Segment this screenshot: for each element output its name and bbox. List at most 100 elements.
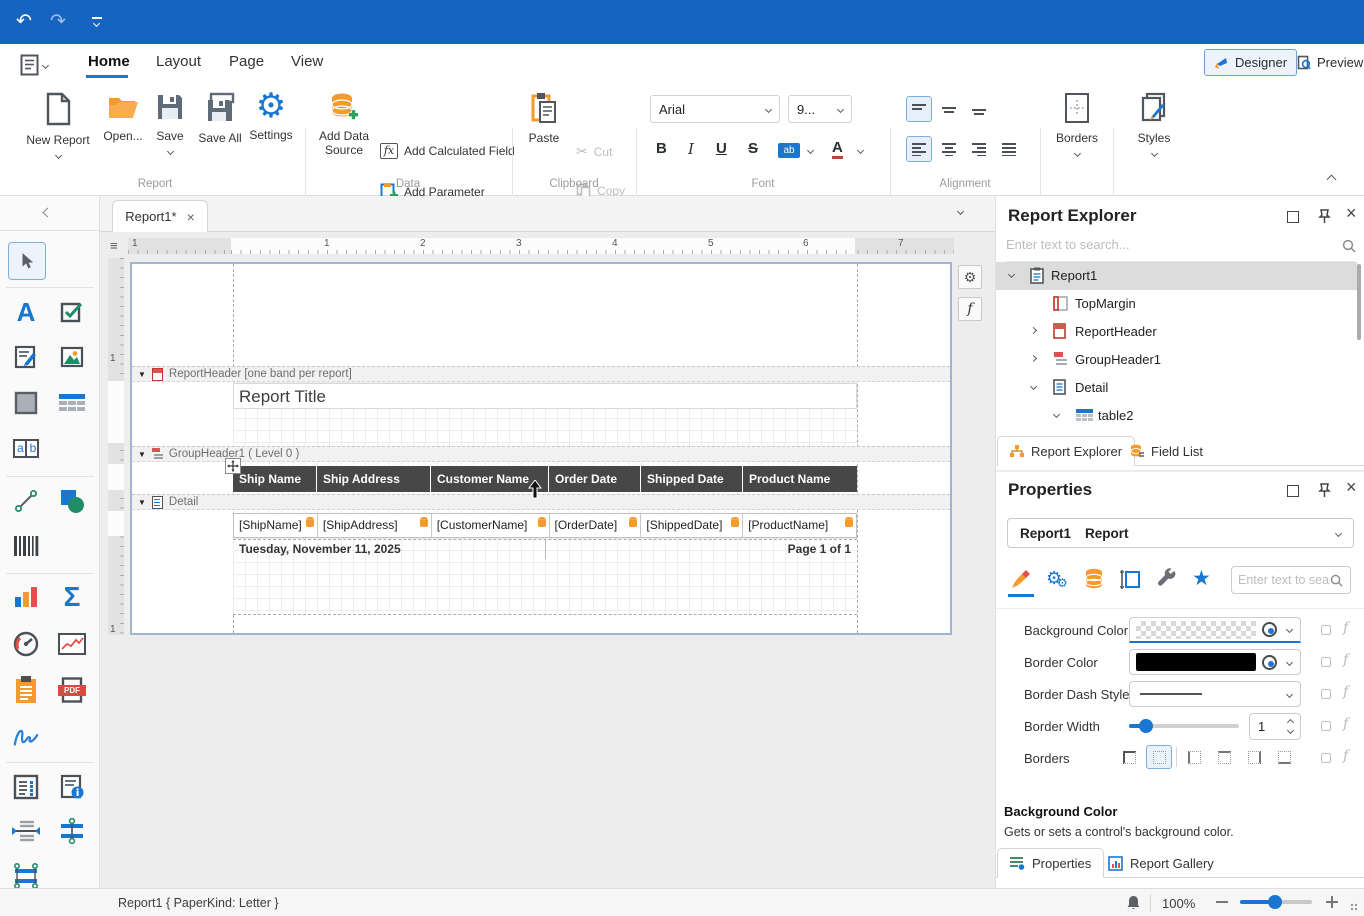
table-header-cell[interactable]: Product Name — [743, 466, 856, 492]
font-color-chevron-icon[interactable] — [857, 147, 864, 154]
table-field-cell[interactable]: [ShipName] — [234, 514, 318, 537]
bold-button[interactable]: B — [656, 140, 667, 157]
expression-f-icon[interactable]: f — [1343, 684, 1348, 700]
ruler-options-icon[interactable]: ≡ — [110, 238, 118, 253]
new-report-button[interactable]: New Report — [22, 92, 94, 161]
settings-button[interactable]: ⚙ Settings — [248, 88, 294, 142]
tool-signature[interactable] — [12, 723, 40, 751]
underline-button[interactable]: U — [716, 140, 727, 157]
designer-mode-button[interactable]: Designer — [1204, 49, 1297, 76]
table-detail-row[interactable]: [ShipName] [ShipAddress] [CustomerName] … — [233, 513, 857, 538]
collapse-ribbon-icon[interactable] — [1327, 175, 1337, 185]
selected-control-combo[interactable]: Report1 Report — [1007, 518, 1354, 548]
table-field-cell[interactable]: [OrderDate] — [550, 514, 642, 537]
maximize-icon[interactable] — [1287, 211, 1299, 223]
tool-picture-box[interactable] — [58, 343, 86, 371]
borders-button[interactable]: Borders — [1046, 92, 1108, 159]
table-field-cell[interactable]: [CustomerName] — [432, 514, 550, 537]
font-family-select[interactable]: Arial — [650, 95, 780, 123]
maximize-icon[interactable] — [1287, 485, 1299, 497]
save-button[interactable]: Save — [150, 92, 190, 157]
border-dash-style-editor[interactable] — [1129, 681, 1301, 707]
explorer-scrollbar[interactable] — [1357, 264, 1361, 340]
strikethrough-button[interactable]: S — [748, 140, 758, 157]
color-picker-icon[interactable] — [1262, 622, 1277, 637]
tool-sparkline[interactable] — [58, 630, 86, 658]
tab-list-chevron-icon[interactable] — [957, 208, 964, 215]
tool-shape[interactable] — [58, 487, 86, 515]
tab-layout[interactable] — [1120, 568, 1142, 595]
tool-gauge[interactable] — [12, 630, 40, 658]
spin-down-icon[interactable] — [1287, 727, 1294, 734]
zoom-slider-track[interactable] — [1240, 900, 1312, 904]
paste-button[interactable]: Paste — [522, 92, 566, 145]
add-data-source-button[interactable]: Add Data Source — [316, 92, 372, 157]
toolbox-collapse-icon[interactable] — [43, 208, 53, 218]
tree-item-detail[interactable]: Detail — [996, 374, 1357, 402]
border-color-editor[interactable] — [1129, 649, 1301, 675]
quick-access-customize-icon[interactable] — [92, 17, 102, 19]
redo-icon[interactable]: ↷ — [50, 0, 66, 44]
tab-properties[interactable]: Properties — [997, 848, 1104, 878]
document-tab-close-icon[interactable]: × — [187, 209, 195, 225]
expression-f-icon[interactable]: f — [1343, 748, 1348, 764]
tab-misc[interactable] — [1156, 568, 1178, 595]
border-right-toggle[interactable] — [1241, 745, 1267, 769]
close-icon[interactable]: × — [1346, 203, 1357, 224]
color-picker-icon[interactable] — [1262, 655, 1277, 670]
band-collapse-icon[interactable]: ▼ — [138, 498, 146, 507]
save-all-button[interactable]: Save All — [196, 92, 244, 145]
prop-checkbox[interactable] — [1321, 753, 1331, 763]
report-title-control[interactable]: Report Title — [233, 383, 857, 409]
styles-button[interactable]: Styles — [1122, 92, 1186, 159]
border-width-slider-track[interactable] — [1129, 724, 1239, 728]
report-tasks-button[interactable]: ⚙ — [958, 265, 982, 289]
tool-content-clipboard[interactable] — [12, 676, 40, 704]
valign-center-button[interactable] — [936, 96, 962, 122]
tab-field-list[interactable]: Field List — [1118, 436, 1215, 466]
border-left-toggle[interactable] — [1181, 745, 1207, 769]
table-header-cell[interactable]: Ship Name — [233, 466, 317, 492]
zoom-out-button[interactable] — [1216, 901, 1228, 903]
prop-checkbox[interactable] — [1321, 625, 1331, 635]
tool-pointer[interactable] — [8, 242, 46, 280]
tree-item-reportheader[interactable]: ReportHeader — [996, 318, 1357, 346]
ribbon-tab-layout[interactable]: Layout — [156, 53, 201, 70]
tool-character-comb[interactable]: ab — [12, 434, 40, 462]
prop-checkbox[interactable] — [1321, 689, 1331, 699]
expand-chevron-icon[interactable] — [1030, 355, 1037, 362]
tab-report-explorer[interactable]: Report Explorer — [997, 436, 1135, 466]
highlight-chevron-icon[interactable] — [807, 147, 814, 154]
zoom-slider-thumb[interactable] — [1268, 895, 1282, 909]
open-button[interactable]: Open... — [100, 92, 146, 143]
expand-chevron-icon[interactable] — [1053, 411, 1060, 418]
border-width-spinner[interactable]: 1 — [1249, 713, 1301, 740]
undo-icon[interactable]: ↶ — [16, 0, 32, 44]
tree-item-report1[interactable]: Report1 — [996, 262, 1357, 290]
search-icon[interactable] — [1330, 574, 1343, 587]
table-header-cell[interactable]: Order Date — [549, 466, 641, 492]
table-field-cell[interactable]: [ShipAddress] — [318, 514, 432, 537]
properties-search-input[interactable] — [1238, 573, 1330, 587]
band-collapse-icon[interactable]: ▼ — [138, 450, 146, 459]
tab-data[interactable] — [1084, 568, 1104, 595]
background-color-editor[interactable] — [1129, 617, 1301, 643]
tool-line[interactable] — [12, 487, 40, 515]
tab-behavior[interactable]: ⚙ ⚙ — [1046, 568, 1062, 589]
dropdown-chevron-icon[interactable] — [1286, 658, 1293, 665]
tool-page-break[interactable] — [12, 817, 40, 845]
slider-thumb[interactable] — [1139, 719, 1153, 733]
add-calculated-field-button[interactable]: fx Add Calculated Field — [380, 143, 515, 159]
tool-panel[interactable] — [12, 389, 40, 417]
tool-rich-text[interactable] — [12, 343, 40, 371]
halign-right-button[interactable] — [966, 136, 992, 162]
font-color-button[interactable]: A — [832, 140, 843, 159]
footer-date-text[interactable]: Tuesday, November 11, 2025 — [239, 542, 401, 559]
tab-appearance[interactable] — [1010, 568, 1032, 595]
tool-pivot-grid[interactable]: Σ — [58, 583, 86, 611]
search-icon[interactable] — [1342, 239, 1356, 253]
valign-top-button[interactable] — [906, 96, 932, 122]
highlight-button[interactable]: ab — [778, 143, 800, 158]
pin-icon[interactable] — [1318, 483, 1331, 498]
close-icon[interactable]: × — [1346, 477, 1357, 498]
